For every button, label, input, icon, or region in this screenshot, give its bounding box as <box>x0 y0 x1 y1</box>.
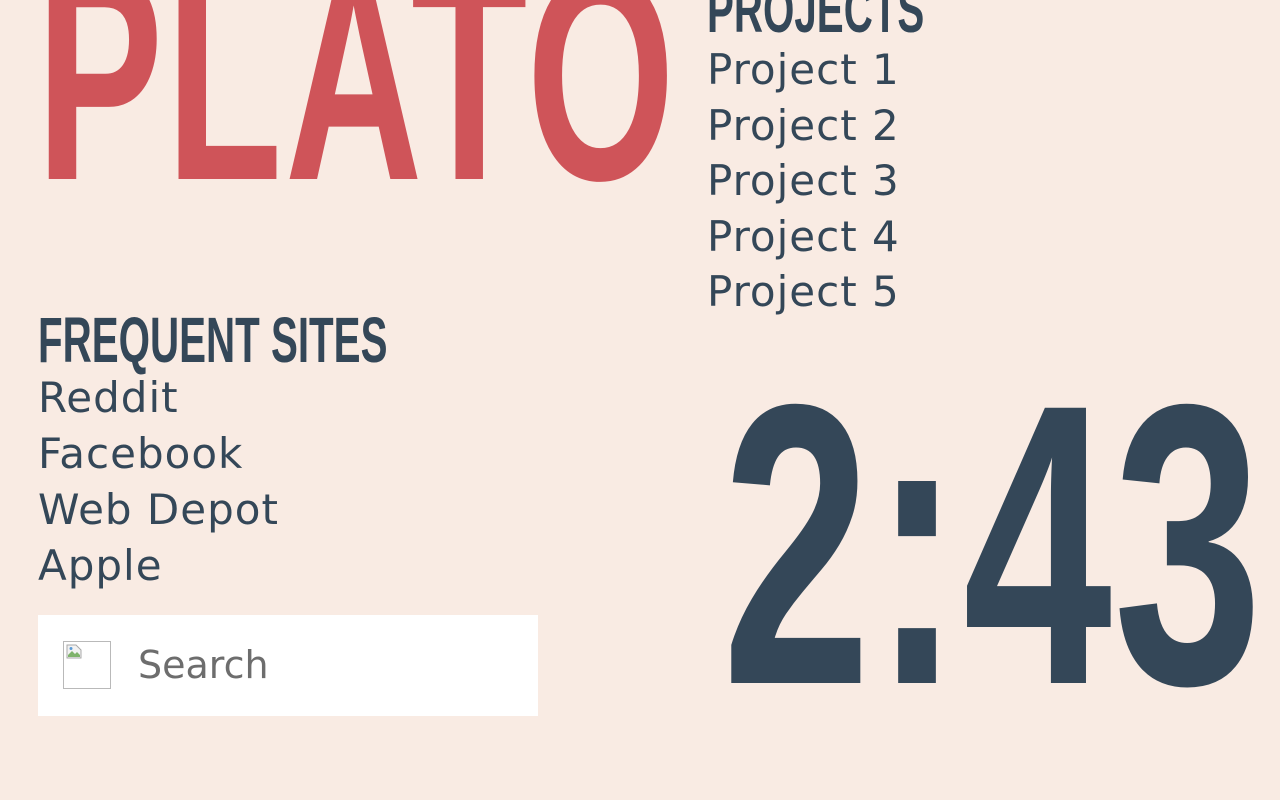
project-item-5[interactable]: Project 5 <box>707 264 900 320</box>
project-link[interactable]: Project 5 <box>707 267 900 316</box>
frequent-sites-list: Reddit Facebook Web Depot Apple <box>38 370 279 594</box>
projects-list: Project 1 Project 2 Project 3 Project 4 … <box>707 42 900 320</box>
site-item-apple[interactable]: Apple <box>38 538 279 594</box>
clock-time: 2:43 <box>722 321 1264 768</box>
site-item-facebook[interactable]: Facebook <box>38 426 279 482</box>
search-box[interactable] <box>38 615 538 716</box>
site-item-reddit[interactable]: Reddit <box>38 370 279 426</box>
project-item-2[interactable]: Project 2 <box>707 98 900 154</box>
site-link[interactable]: Web Depot <box>38 485 279 534</box>
project-item-1[interactable]: Project 1 <box>707 42 900 98</box>
frequent-sites-heading: FREQUENT SITES <box>38 304 388 376</box>
broken-image-icon[interactable] <box>63 641 111 689</box>
projects-heading: PROJECTS <box>707 0 925 46</box>
project-link[interactable]: Project 2 <box>707 101 900 150</box>
site-link[interactable]: Reddit <box>38 373 179 422</box>
site-item-web-depot[interactable]: Web Depot <box>38 482 279 538</box>
new-tab-page: PLATO PROJECTS Project 1 Project 2 Proje… <box>0 0 1280 800</box>
broken-image-glyph <box>66 644 82 659</box>
project-link[interactable]: Project 4 <box>707 212 900 261</box>
search-input[interactable] <box>138 635 518 695</box>
project-item-4[interactable]: Project 4 <box>707 209 900 265</box>
project-link[interactable]: Project 1 <box>707 45 900 94</box>
brand-title: PLATO <box>36 0 678 243</box>
site-link[interactable]: Apple <box>38 541 163 590</box>
site-link[interactable]: Facebook <box>38 429 243 478</box>
project-item-3[interactable]: Project 3 <box>707 153 900 209</box>
project-link[interactable]: Project 3 <box>707 156 900 205</box>
